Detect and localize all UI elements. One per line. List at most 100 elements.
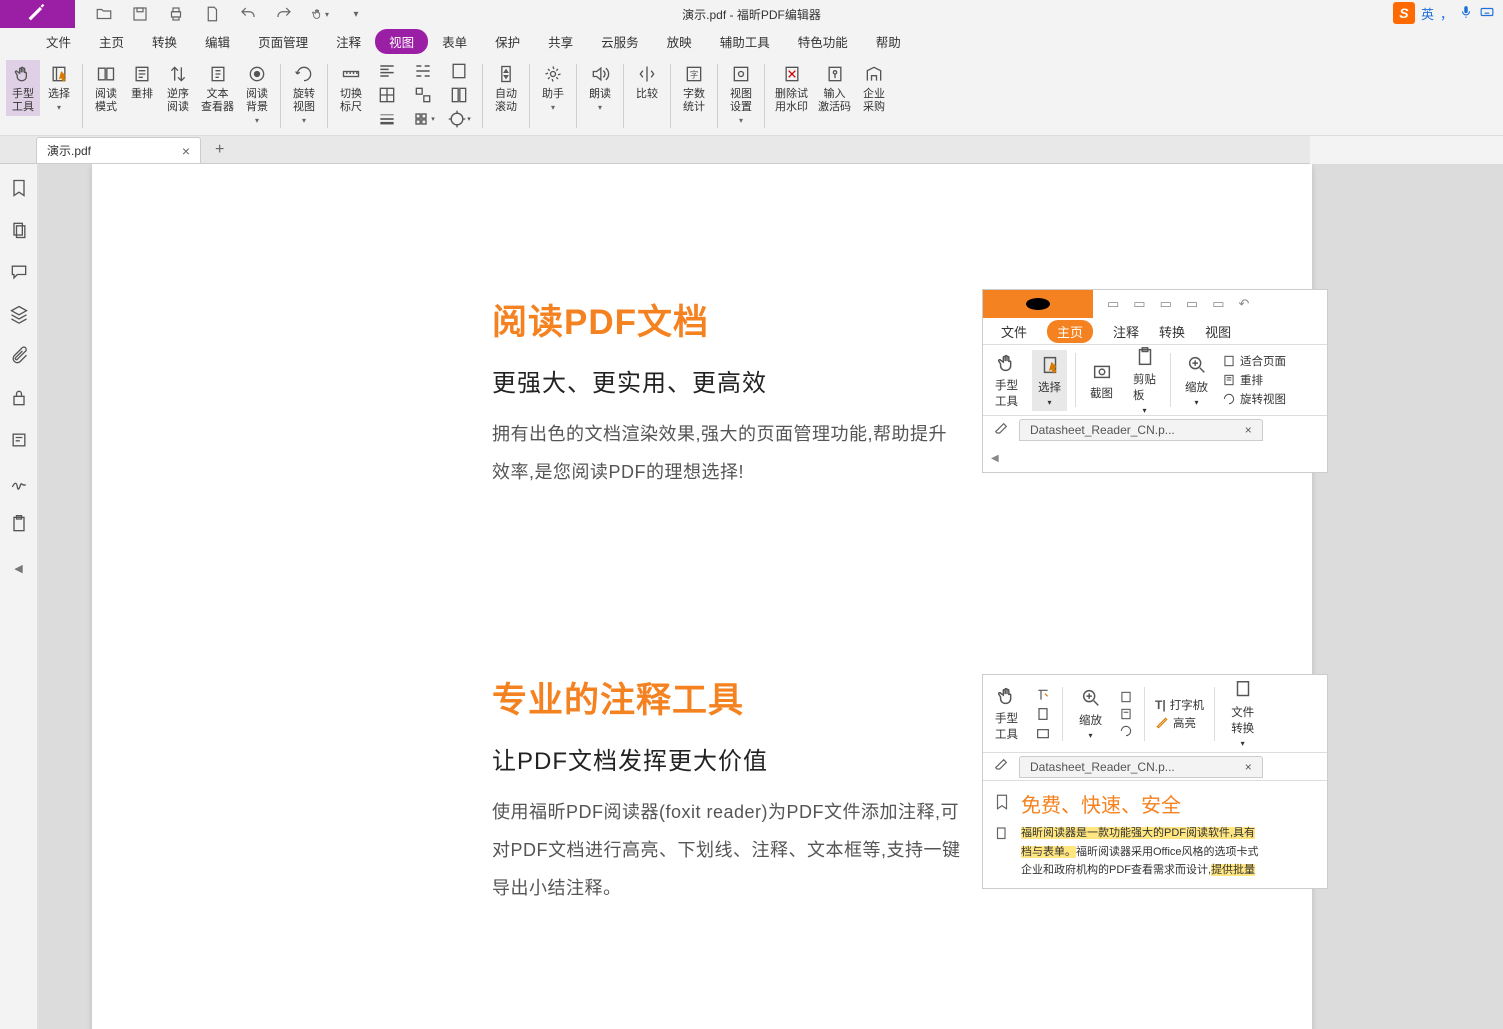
document-canvas[interactable]: 阅读PDF文档 更强大、更实用、更高效 拥有出色的文档渲染效果,强大的页面管理功… xyxy=(38,164,1503,1029)
section1-title: 阅读PDF文档 xyxy=(492,294,962,345)
clipboard-panel-icon[interactable] xyxy=(9,514,29,534)
fields-icon[interactable] xyxy=(9,430,29,450)
activation-button[interactable]: 输入 激活码 xyxy=(814,60,855,116)
line-width-icon[interactable] xyxy=(374,108,400,130)
select-button[interactable]: 选择 ▾ xyxy=(42,60,76,114)
menu-page-manage[interactable]: 页面管理 xyxy=(244,29,322,54)
mic-icon[interactable] xyxy=(1459,5,1473,22)
ime-punct[interactable]: ， xyxy=(1440,4,1453,23)
blank-pdf-icon[interactable] xyxy=(203,5,221,23)
pdf-page: 阅读PDF文档 更强大、更实用、更高效 拥有出色的文档渲染效果,强大的页面管理功… xyxy=(92,164,1312,1029)
menu-view[interactable]: 视图 xyxy=(375,29,428,54)
rotate-view-button[interactable]: 旋转 视图 ▾ xyxy=(287,60,321,127)
security-icon[interactable] xyxy=(9,388,29,408)
menu-convert[interactable]: 转换 xyxy=(138,29,191,54)
view-settings-button[interactable]: 视图 设置 ▾ xyxy=(724,60,758,127)
menu-help[interactable]: 帮助 xyxy=(862,29,915,54)
menubar: 文件 主页 转换 编辑 页面管理 注释 视图 表单 保护 共享 云服务 放映 辅… xyxy=(0,28,1503,54)
embed1-menu-convert: 转换 xyxy=(1159,322,1185,341)
section2-body: 使用福昕PDF阅读器(foxit reader)为PDF文件添加注释,可对PDF… xyxy=(492,794,962,907)
ime-lang[interactable]: 英 xyxy=(1421,4,1434,23)
layout-2-icon[interactable] xyxy=(446,84,472,106)
embed2-zoom: 缩放▾ xyxy=(1073,683,1108,744)
menu-protect[interactable]: 保护 xyxy=(481,29,534,54)
enterprise-button[interactable]: 企业 采购 xyxy=(857,60,891,116)
app-logo[interactable] xyxy=(0,0,75,28)
remove-watermark-button[interactable]: 删除试 用水印 xyxy=(771,60,812,116)
menu-share[interactable]: 共享 xyxy=(534,29,587,54)
auto-scroll-button[interactable]: 自动 滚动 xyxy=(489,60,523,116)
titlebar: ▾ ▾ 演示.pdf - 福昕PDF编辑器 S 英 ， xyxy=(0,0,1503,28)
read-aloud-button[interactable]: 朗读 ▾ xyxy=(583,60,617,114)
hand-dropdown-icon[interactable]: ▾ xyxy=(311,5,329,23)
undo-icon[interactable] xyxy=(239,5,257,23)
show-hide-icon[interactable]: ▾ xyxy=(410,108,436,130)
watermark-icon xyxy=(780,62,804,86)
hand-tool-button[interactable]: 手型 工具 xyxy=(6,60,40,116)
keyboard-icon[interactable] xyxy=(1479,5,1495,22)
section2-title: 专业的注释工具 xyxy=(492,672,962,723)
menu-file[interactable]: 文件 xyxy=(32,29,85,54)
embed1-menu-home: 主页 xyxy=(1047,320,1093,343)
embed1-hand: 手型 工具 xyxy=(989,348,1024,413)
embed2-select-stack xyxy=(1034,687,1052,741)
save-icon[interactable] xyxy=(131,5,149,23)
read-mode-icon xyxy=(94,62,118,86)
new-tab-button[interactable]: + xyxy=(215,141,224,163)
pages-icon[interactable] xyxy=(9,220,29,240)
ime-indicator[interactable]: S 英 ， xyxy=(1393,2,1495,24)
menu-slideshow[interactable]: 放映 xyxy=(653,29,706,54)
bookmark-icon[interactable] xyxy=(9,178,29,198)
document-tab[interactable]: 演示.pdf × xyxy=(36,137,201,163)
menu-cloud[interactable]: 云服务 xyxy=(587,29,653,54)
qat-customize-icon[interactable]: ▾ xyxy=(347,5,365,23)
word-count-button[interactable]: 字 字数 统计 xyxy=(677,60,711,116)
read-background-button[interactable]: 阅读 背景 ▾ xyxy=(240,60,274,127)
tab-label: 演示.pdf xyxy=(47,142,91,159)
redo-icon[interactable] xyxy=(275,5,293,23)
align-distrib-icon[interactable] xyxy=(410,60,436,82)
assistant-button[interactable]: 助手 ▾ xyxy=(536,60,570,114)
tab-close-icon[interactable]: × xyxy=(182,143,190,159)
attachment-icon[interactable] xyxy=(9,346,29,366)
menu-features[interactable]: 特色功能 xyxy=(784,29,862,54)
crosshair-icon[interactable]: ▾ xyxy=(446,108,472,130)
sidebar-collapse-icon[interactable]: ◀ xyxy=(14,562,22,575)
comments-icon[interactable] xyxy=(9,262,29,282)
layout-1-icon[interactable] xyxy=(446,60,472,82)
align-left-icon[interactable] xyxy=(374,60,400,82)
embed2-tab: Datasheet_Reader_CN.p... × xyxy=(1019,756,1263,778)
reflow-icon xyxy=(130,62,154,86)
snap-icon[interactable] xyxy=(410,84,436,106)
print-icon[interactable] xyxy=(167,5,185,23)
signature-icon[interactable] xyxy=(9,472,29,492)
menu-accessibility[interactable]: 辅助工具 xyxy=(706,29,784,54)
section2-subtitle: 让PDF文档发挥更大价值 xyxy=(492,741,962,776)
read-mode-button[interactable]: 阅读 模式 xyxy=(89,60,123,116)
open-icon[interactable] xyxy=(95,5,113,23)
text-viewer-icon xyxy=(206,62,230,86)
reflow-button[interactable]: 重排 xyxy=(125,60,159,103)
embed1-undo-icon: ↶ xyxy=(1238,296,1249,312)
auto-scroll-icon xyxy=(494,62,518,86)
menu-edit[interactable]: 编辑 xyxy=(191,29,244,54)
embed1-menu-file: 文件 xyxy=(1001,322,1027,341)
sogou-icon[interactable]: S xyxy=(1393,2,1415,24)
ribbon: 手型 工具 选择 ▾ 阅读 模式 重排 逆序 阅读 文本 查看器 阅读 背景 ▾… xyxy=(0,54,1503,136)
menu-form[interactable]: 表单 xyxy=(428,29,481,54)
grid-icon[interactable] xyxy=(374,84,400,106)
embed2-heading: 免费、快速、安全 xyxy=(1021,789,1259,818)
reverse-read-button[interactable]: 逆序 阅读 xyxy=(161,60,195,116)
enterprise-icon xyxy=(862,62,886,86)
section1-subtitle: 更强大、更实用、更高效 xyxy=(492,363,962,398)
menu-comment[interactable]: 注释 xyxy=(322,29,375,54)
compare-icon xyxy=(635,62,659,86)
text-viewer-button[interactable]: 文本 查看器 xyxy=(197,60,238,116)
embed1-logo xyxy=(983,290,1093,318)
reverse-icon xyxy=(166,62,190,86)
compare-button[interactable]: 比较 xyxy=(630,60,664,103)
select-icon xyxy=(47,62,71,86)
ruler-button[interactable]: 切换 标尺 xyxy=(334,60,368,116)
layers-icon[interactable] xyxy=(9,304,29,324)
menu-home[interactable]: 主页 xyxy=(85,29,138,54)
